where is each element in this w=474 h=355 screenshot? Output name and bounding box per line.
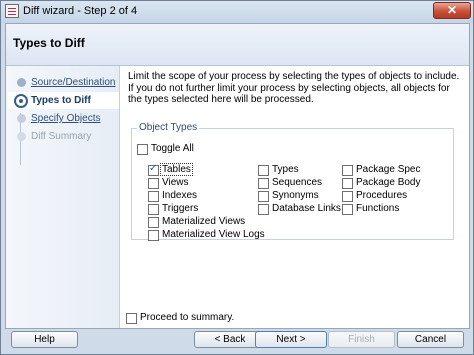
title-bar[interactable]: Diff wizard - Step 2 of 4 ✕	[1, 1, 473, 23]
diff-wizard-window: Diff wizard - Step 2 of 4 ✕ Types to Dif…	[0, 0, 474, 355]
page-header: Types to Diff	[6, 24, 469, 66]
step-specify-objects[interactable]: Specify Objects	[15, 110, 119, 127]
package-spec-checkbox[interactable]	[342, 165, 353, 176]
step-diff-summary: Diff Summary	[15, 128, 119, 145]
toggle-all-label[interactable]: Toggle All	[151, 143, 194, 154]
step-disabled-icon	[17, 132, 26, 141]
close-button[interactable]: ✕	[433, 2, 471, 19]
materialized-views-label[interactable]: Materialized Views	[162, 216, 245, 227]
materialized-view-logs-label[interactable]: Materialized View Logs	[162, 229, 265, 240]
functions-label[interactable]: Functions	[356, 203, 399, 214]
app-icon	[5, 4, 19, 18]
indexes-checkbox[interactable]	[148, 191, 159, 202]
tables-label[interactable]: Tables	[160, 163, 193, 176]
database-links-checkbox[interactable]	[258, 204, 269, 215]
object-types-legend: Object Types	[137, 122, 200, 133]
materialized-views-checkbox[interactable]	[148, 217, 159, 228]
triggers-label[interactable]: Triggers	[162, 203, 198, 214]
sequences-checkbox[interactable]	[258, 178, 269, 189]
types-checkbox[interactable]	[258, 165, 269, 176]
step-types-to-diff[interactable]: Types to Diff	[8, 92, 119, 109]
synonyms-label[interactable]: Synonyms	[272, 190, 319, 201]
tables-checkbox[interactable]	[148, 163, 159, 176]
triggers-checkbox[interactable]	[148, 204, 159, 215]
toggle-all-checkbox[interactable]	[137, 144, 148, 155]
synonyms-checkbox[interactable]	[258, 191, 269, 202]
views-label[interactable]: Views	[162, 177, 189, 188]
package-body-checkbox[interactable]	[342, 178, 353, 189]
description-text: Limit the scope of your process by selec…	[128, 71, 460, 105]
help-button[interactable]: Help	[11, 331, 78, 348]
procedures-label[interactable]: Procedures	[356, 190, 407, 201]
views-checkbox[interactable]	[148, 178, 159, 189]
proceed-to-summary-checkbox[interactable]	[126, 313, 137, 324]
step-current-icon	[14, 94, 28, 108]
finish-button: Finish	[328, 331, 395, 348]
step-source-destination[interactable]: Source/Destination	[15, 74, 119, 91]
cancel-button[interactable]: Cancel	[397, 331, 464, 348]
package-spec-label[interactable]: Package Spec	[356, 164, 421, 175]
step-done-icon	[17, 78, 26, 87]
step-label: Source/Destination	[31, 77, 116, 88]
step-label: Specify Objects	[31, 113, 101, 124]
indexes-label[interactable]: Indexes	[162, 190, 197, 201]
window-title: Diff wizard - Step 2 of 4	[23, 5, 138, 17]
wizard-content: Types to Diff Source/Destination Types t…	[5, 23, 470, 329]
procedures-checkbox[interactable]	[342, 191, 353, 202]
step-label: Diff Summary	[31, 131, 92, 142]
page-title: Types to Diff	[13, 36, 85, 50]
step-label: Types to Diff	[31, 95, 91, 106]
step-pending-icon	[17, 114, 26, 123]
materialized-view-logs-checkbox[interactable]	[148, 230, 159, 241]
sequences-label[interactable]: Sequences	[272, 177, 322, 188]
wizard-steps-nav: Source/Destination Types to Diff Specify…	[6, 66, 120, 328]
next-button[interactable]: Next >	[255, 331, 327, 348]
proceed-to-summary-label[interactable]: Proceed to summary.	[140, 312, 234, 323]
functions-checkbox[interactable]	[342, 204, 353, 215]
database-links-label[interactable]: Database Links	[272, 203, 341, 214]
types-label[interactable]: Types	[272, 164, 299, 175]
package-body-label[interactable]: Package Body	[356, 177, 421, 188]
